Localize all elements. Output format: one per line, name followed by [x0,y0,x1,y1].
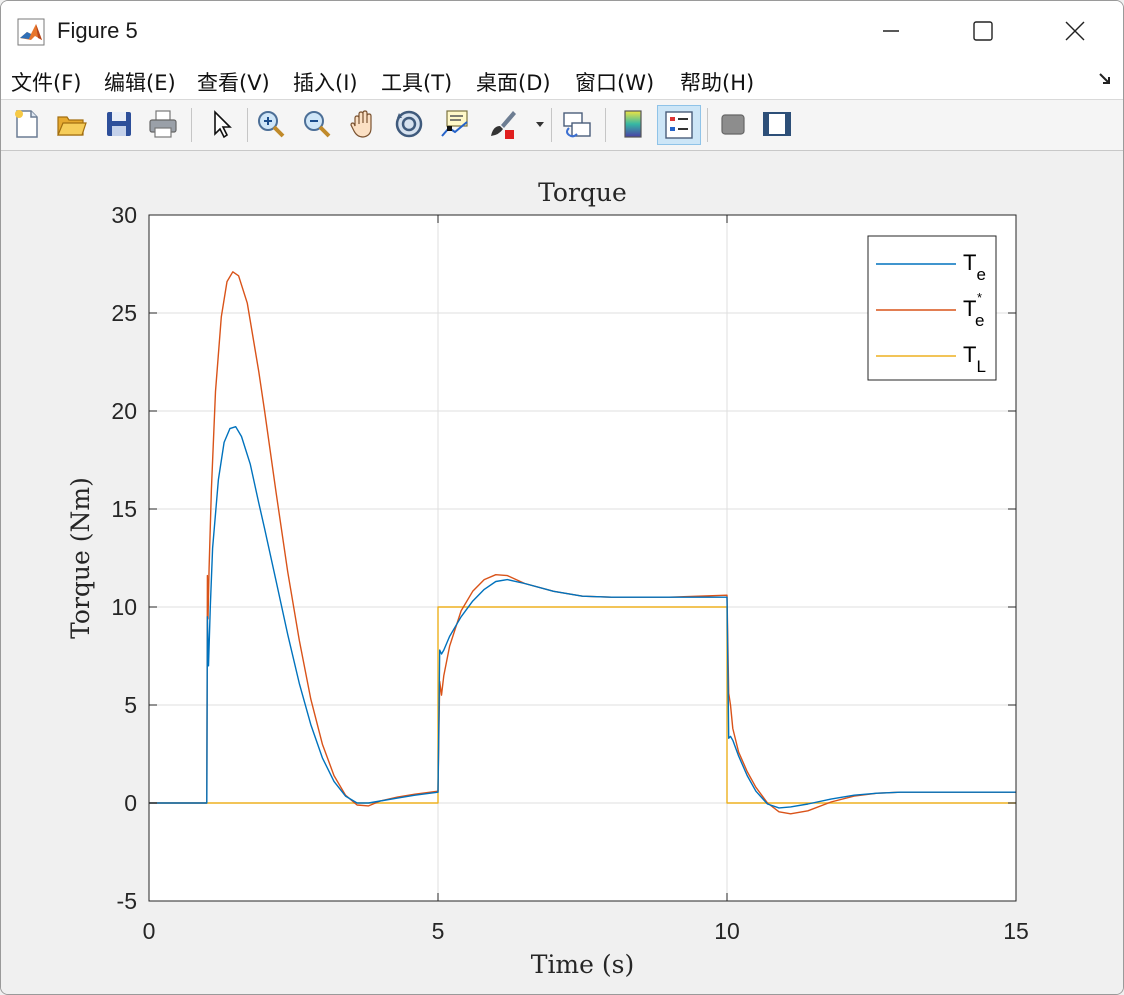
y-axis-label: Torque (Nm) [66,477,95,639]
menu-insert[interactable]: 插入(I) [293,67,358,97]
zoom-in-button[interactable] [255,108,287,140]
y-tick-label: 0 [124,790,137,816]
open-file-button[interactable] [55,108,87,140]
toolbar [1,100,1123,151]
rotate-3d-icon [395,110,423,138]
x-tick-label: 15 [1003,918,1029,944]
brush-options-dropdown[interactable] [533,108,547,140]
maximize-button[interactable] [937,1,1029,61]
hide-plot-tools-icon [721,114,745,135]
y-tick-label: -5 [117,888,137,914]
y-tick-label: 20 [111,398,137,424]
show-plot-tools-button[interactable] [761,108,793,140]
pan-hand-icon [350,110,372,138]
hide-plot-tools-button[interactable] [717,108,749,140]
x-tick-label: 5 [432,918,445,944]
toolbar-separator [551,108,552,142]
pointer-button[interactable] [205,108,237,140]
colorbar-icon [624,110,642,138]
y-tick-label: 15 [111,496,137,522]
menu-file[interactable]: 文件(F) [11,67,81,97]
figure-canvas[interactable]: 0 5 10 15 -5 0 5 10 15 20 25 30 Torque Time (s) Tor… [1,151,1123,994]
close-icon [1065,21,1085,41]
show-plot-tools-icon [763,112,791,136]
y-tick-label: 25 [111,300,137,326]
data-cursor-button[interactable] [439,108,471,140]
toolbar-separator [191,108,192,142]
legend[interactable]: TeT* eTL [867,235,997,381]
x-axis-label: Time (s) [531,950,634,979]
window-title: Figure 5 [57,18,138,43]
minimize-button[interactable] [845,1,937,61]
y-tick-label: 10 [111,594,137,620]
menu-tools[interactable]: 工具(T) [381,67,452,97]
open-file-icon [57,116,87,136]
legend-icon [665,111,693,139]
link-plot-icon [563,112,591,138]
zoom-out-icon [304,111,331,138]
menu-desktop[interactable]: 桌面(D) [476,67,551,97]
matlab-logo-icon [17,18,45,46]
menu-edit[interactable]: 编辑(E) [104,67,176,97]
print-button[interactable] [147,108,179,140]
minimize-icon [883,30,899,32]
new-figure-icon [15,110,38,138]
maximize-icon [973,21,993,41]
menu-view[interactable]: 查看(V) [197,67,270,97]
title-bar[interactable]: Figure 5 [1,1,1123,61]
zoom-out-button[interactable] [301,108,333,140]
toolbar-separator [605,108,606,142]
rotate-3d-button[interactable] [393,108,425,140]
link-plot-button[interactable] [561,108,593,140]
legend-button[interactable] [657,105,701,145]
pan-button[interactable] [347,108,379,140]
y-tick-label: 30 [111,202,137,228]
menu-window[interactable]: 窗口(W) [575,67,654,97]
save-icon [107,112,131,136]
figure-window: Figure 5 文件(F) 编辑(E) 查看(V) 插入(I) 工具(T) 桌… [0,0,1124,995]
print-icon [149,110,177,138]
colorbar-button[interactable] [617,108,649,140]
brush-button[interactable] [487,108,519,140]
data-cursor-icon [441,110,468,137]
zoom-in-icon [258,111,285,138]
torque-chart: 0 5 10 15-5051015202530 Torque Time (s) Tor… [66,178,1029,979]
pointer-icon [214,110,232,139]
toolbar-separator [247,108,248,142]
save-button[interactable] [103,108,135,140]
toolbar-separator [707,108,708,142]
y-tick-label: 5 [124,692,137,718]
brush-icon [491,111,516,139]
chevron-down-icon [536,122,544,127]
x-tick-label: 0 [143,918,156,944]
menu-bar: 文件(F) 编辑(E) 查看(V) 插入(I) 工具(T) 桌面(D) 窗口(W… [1,61,1123,100]
x-tick-label: 10 [714,918,740,944]
chart-title: Torque [538,178,627,207]
new-figure-button[interactable] [11,108,43,140]
dock-arrow-icon[interactable] [1097,71,1113,87]
close-button[interactable] [1029,1,1121,61]
menu-help[interactable]: 帮助(H) [680,67,754,97]
